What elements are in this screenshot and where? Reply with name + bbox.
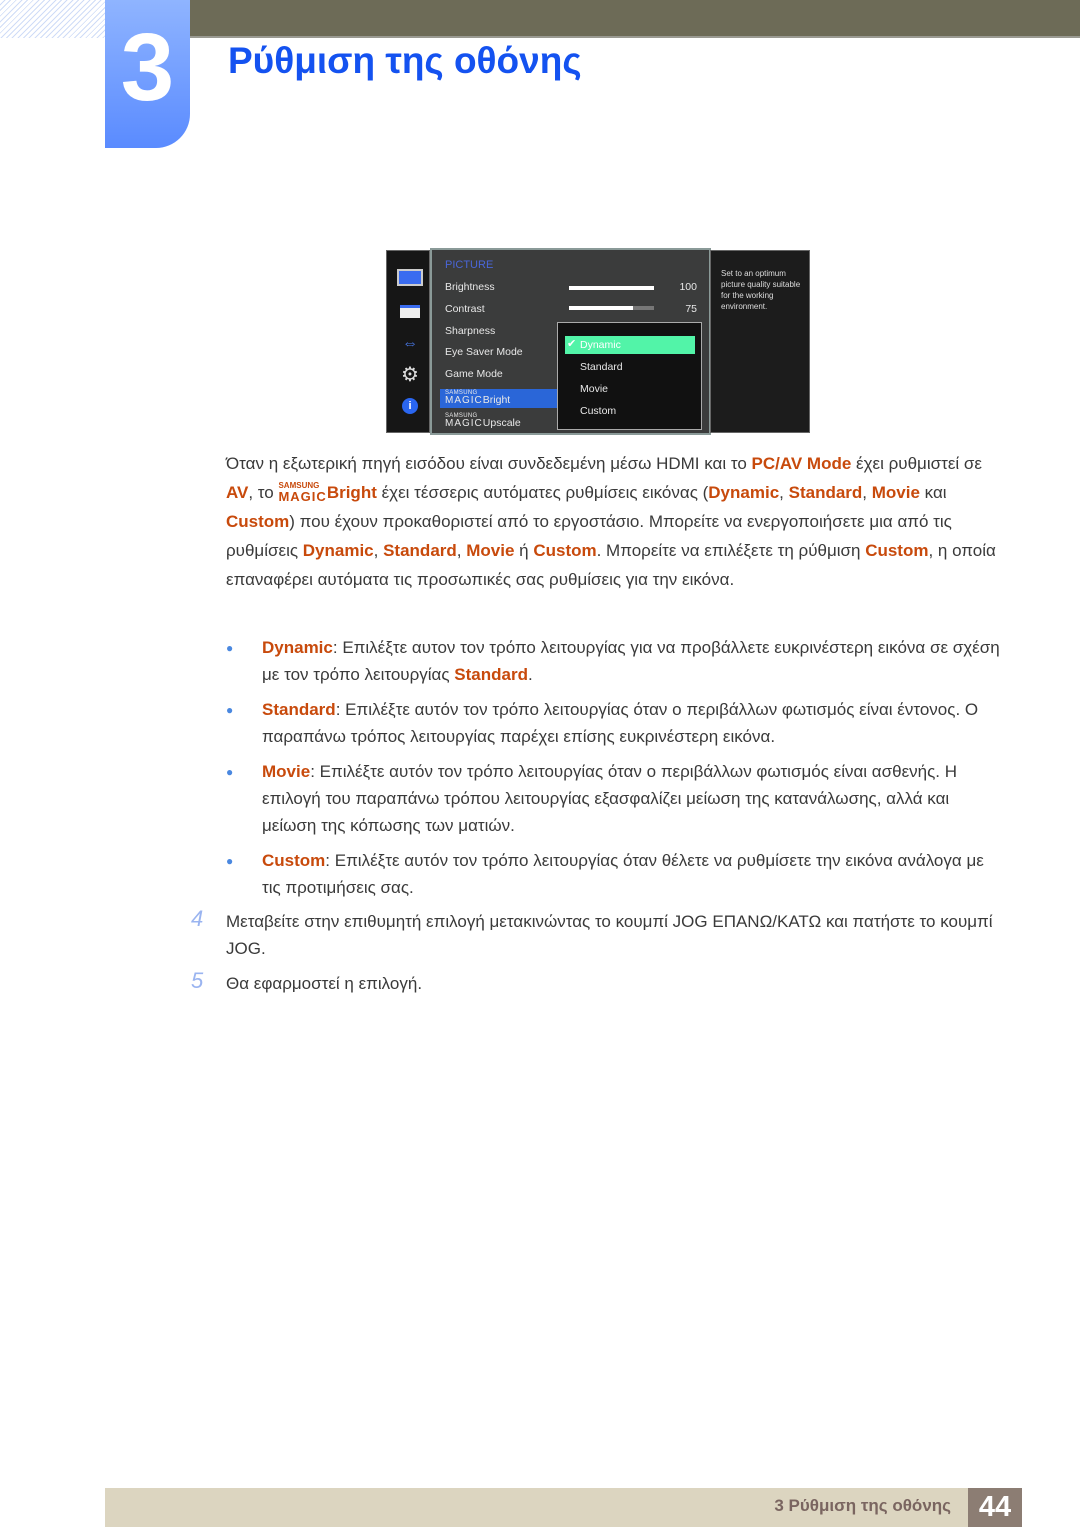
- bullet-standard: Standard: Επιλέξτε αυτόν τον τρόπο λειτο…: [262, 696, 1007, 750]
- magic-upscale-label: Upscale: [482, 417, 521, 429]
- step-number: 5: [191, 968, 204, 993]
- text-run: ,: [373, 541, 384, 560]
- highlighted-term: Dynamic: [708, 483, 780, 502]
- text-run: ,: [456, 541, 467, 560]
- magic-logo: SAMSUNG MAGIC: [445, 390, 483, 406]
- highlighted-term: Standard: [454, 665, 528, 684]
- bullet-custom: Custom: Επιλέξτε αυτόν τον τρόπο λειτουρ…: [262, 847, 1007, 901]
- text-run: , το: [248, 483, 279, 502]
- text-run: . Μπορείτε να επιλέξετε τη ρύθμιση: [596, 541, 866, 560]
- highlighted-term: Movie: [466, 541, 515, 560]
- gear-icon: ⚙: [401, 364, 419, 386]
- highlighted-term: Standard: [788, 483, 863, 502]
- magic-logo: SAMSUNG MAGIC: [445, 413, 483, 429]
- osd-menu-screenshot: ⇔ ⚙ i PICTURE Brightness 100 Contrast 75…: [386, 248, 810, 435]
- text-run: έχει ρυθμιστεί σε: [851, 454, 982, 473]
- page-number: 44: [968, 1488, 1022, 1527]
- step-number: 4: [191, 906, 204, 931]
- osd-icon-column: ⇔ ⚙ i: [386, 250, 430, 433]
- bullet-icon: ●: [226, 641, 234, 655]
- osd-item-magic-bright[interactable]: SAMSUNG MAGIC Bright: [445, 390, 510, 406]
- osd-section-title: PICTURE: [445, 259, 494, 271]
- header-hatch: [0, 0, 105, 38]
- text-run: : Επιλέξτε αυτόν τον τρόπο λειτουργίας ό…: [262, 851, 984, 897]
- text-run: : Επιλέξτε αυτον τον τρόπο λειτουργίας γ…: [262, 638, 1000, 684]
- option-custom[interactable]: Custom: [580, 405, 616, 417]
- highlighted-term: Standard: [262, 700, 336, 719]
- text-run: έχει τέσσερις αυτόματες ρυθμίσεις εικόνα…: [376, 483, 709, 502]
- check-icon: ✔: [567, 338, 577, 350]
- option-movie[interactable]: Movie: [580, 383, 608, 395]
- text-run: ,: [779, 483, 789, 502]
- bullet-icon: ●: [226, 765, 234, 779]
- highlighted-term: Custom: [865, 541, 929, 560]
- text-run: : Επιλέξτε αυτόν τον τρόπο λειτουργίας ό…: [262, 762, 958, 835]
- osd-item-sharpness[interactable]: Sharpness: [445, 325, 495, 337]
- osd-item-eye-saver[interactable]: Eye Saver Mode: [445, 346, 523, 358]
- monitor-icon: [397, 269, 423, 287]
- option-standard[interactable]: Standard: [580, 361, 623, 373]
- osd-help-text: Set to an optimum picture quality suitab…: [710, 250, 810, 433]
- text-run: ,: [862, 483, 872, 502]
- text-run: Όταν η εξωτερική πηγή εισόδου είναι συνδ…: [226, 454, 752, 473]
- text-run: : Επιλέξτε αυτόν τον τρόπο λειτουργίας ό…: [262, 700, 979, 746]
- magic-bright-label: Bright: [482, 394, 511, 406]
- osd-picture-panel: PICTURE Brightness 100 Contrast 75 Sharp…: [430, 248, 711, 435]
- text-run: .: [527, 665, 533, 684]
- highlighted-term: Bright: [326, 483, 377, 502]
- chapter-number: 3: [105, 0, 190, 148]
- step-text: Μεταβείτε στην επιθυμητή επιλογή μετακιν…: [226, 912, 993, 958]
- step-text: Θα εφαρμοστεί η επιλογή.: [226, 974, 423, 993]
- header-bar: [190, 0, 1080, 38]
- magic-logo: SAMSUNG MAGIC: [278, 481, 327, 504]
- highlighted-term: PC/AV Mode: [751, 454, 852, 473]
- intro-paragraph: Όταν η εξωτερική πηγή εισόδου είναι συνδ…: [226, 449, 1006, 594]
- footer-chapter-label: 3 Ρύθμιση της οθόνης: [774, 1496, 951, 1515]
- magic-bright-submenu: ✔ Dynamic Standard Movie Custom: [557, 322, 702, 430]
- highlighted-term: Movie: [262, 762, 311, 781]
- contrast-slider[interactable]: [569, 306, 654, 310]
- bullet-dynamic: Dynamic: Επιλέξτε αυτον τον τρόπο λειτου…: [262, 634, 1007, 688]
- info-icon: i: [397, 398, 423, 416]
- size-position-icon: ⇔: [402, 335, 418, 352]
- osd-item-magic-upscale[interactable]: SAMSUNG MAGIC Upscale: [445, 413, 521, 429]
- highlighted-term: Dynamic: [302, 541, 374, 560]
- bullet-icon: ●: [226, 854, 234, 868]
- highlighted-term: Custom: [226, 512, 290, 531]
- bullet-icon: ●: [226, 703, 234, 717]
- highlighted-term: Movie: [871, 483, 920, 502]
- bullet-movie: Movie: Επιλέξτε αυτόν τον τρόπο λειτουργ…: [262, 758, 1007, 839]
- highlighted-term: Custom: [533, 541, 597, 560]
- footer-bar: 3 Ρύθμιση της οθόνης: [105, 1488, 1022, 1527]
- osd-item-contrast[interactable]: Contrast: [445, 303, 485, 315]
- highlighted-term: Dynamic: [262, 638, 333, 657]
- highlighted-term: Standard: [383, 541, 457, 560]
- brightness-value: 100: [679, 281, 697, 293]
- osd-item-brightness[interactable]: Brightness: [445, 281, 495, 293]
- option-dynamic[interactable]: Dynamic: [580, 339, 621, 351]
- highlighted-term: AV: [226, 483, 249, 502]
- osd-settings-icon: [397, 303, 423, 321]
- highlighted-term: Custom: [262, 851, 326, 870]
- text-run: και: [919, 483, 947, 502]
- page-title: Ρύθμιση της οθόνης: [228, 40, 582, 81]
- osd-item-game-mode[interactable]: Game Mode: [445, 368, 503, 380]
- text-run: ή: [514, 541, 534, 560]
- contrast-value: 75: [685, 303, 697, 315]
- brightness-slider[interactable]: [569, 286, 654, 290]
